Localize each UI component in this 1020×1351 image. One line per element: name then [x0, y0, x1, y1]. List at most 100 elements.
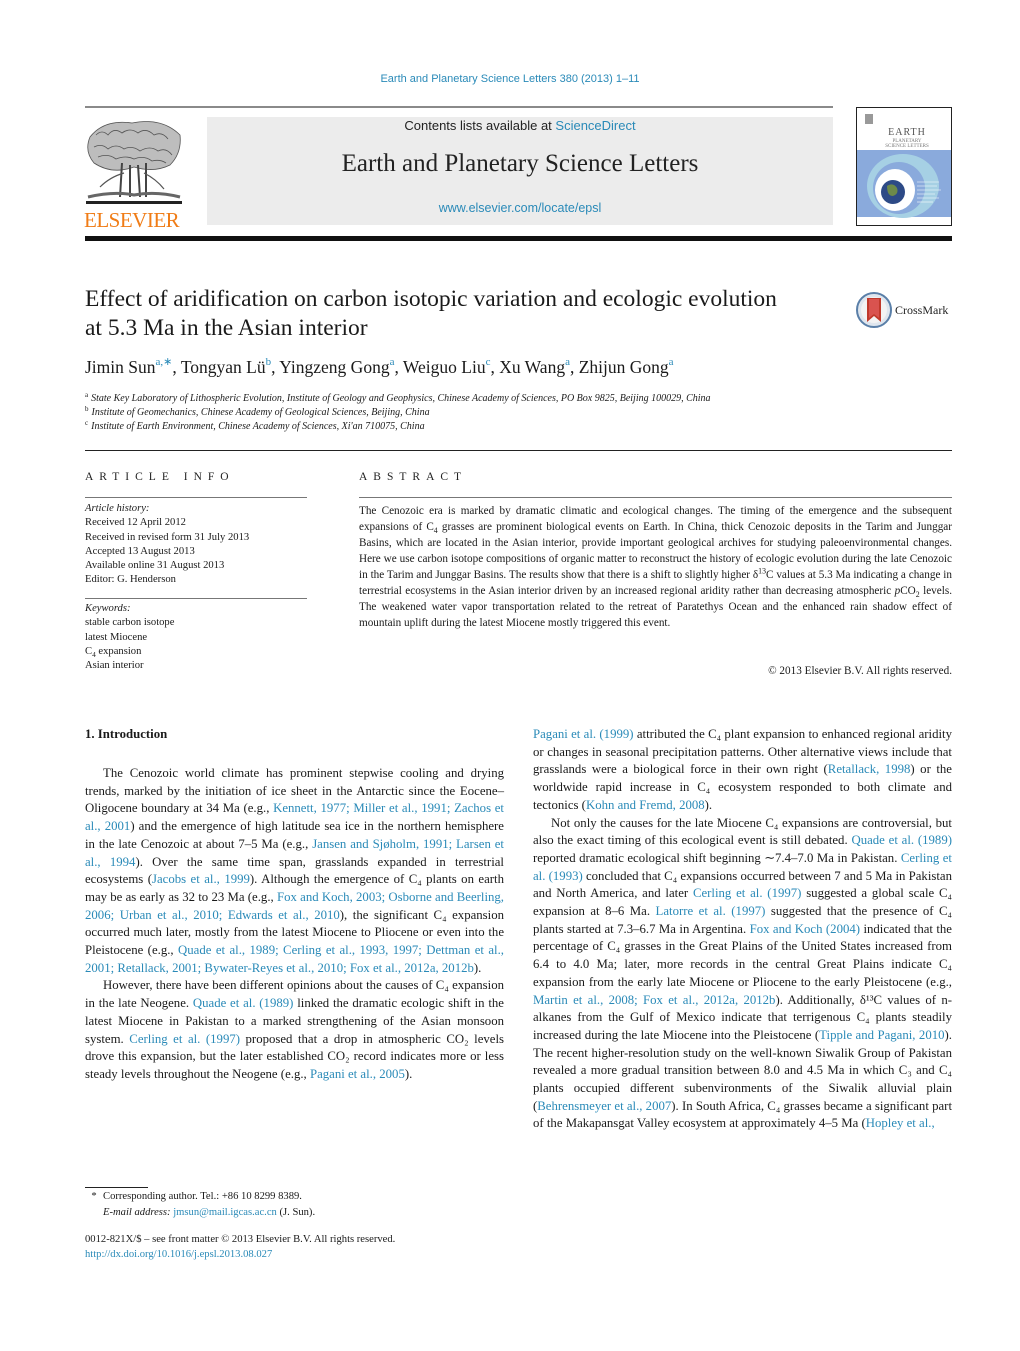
keywords-label: Keywords: — [85, 603, 131, 614]
paragraph: Not only the causes for the late Miocene… — [533, 815, 953, 1131]
author[interactable]: Tongyan Lüb — [181, 357, 271, 377]
citation-link[interactable]: Hopley et al., — [866, 1116, 935, 1130]
citation-link[interactable]: Quade et al. (1989) — [193, 996, 294, 1010]
history-item: Received 12 April 2012 — [85, 517, 186, 529]
affiliation-key: c — [85, 419, 89, 428]
history-item: Editor: G. Henderson — [85, 574, 176, 586]
affiliation-text: State Key Laboratory of Lithospheric Evo… — [91, 393, 711, 404]
paragraph: However, there have been different opini… — [85, 978, 504, 1081]
article-history: Article history: Received 12 April 2012 … — [85, 502, 307, 588]
article-history-label: Article history: — [85, 503, 150, 514]
citation-link[interactable]: Pagani et al., 2005 — [310, 1067, 405, 1081]
abstract-rule — [359, 497, 952, 498]
email-link[interactable]: jmsun@mail.igcas.ac.cn — [173, 1207, 277, 1218]
author-list: Jimin Suna,∗, Tongyan Lüb, Yingzeng Gong… — [85, 356, 674, 377]
affiliation-text: Institute of Geomechanics, Chinese Acade… — [91, 407, 430, 419]
author[interactable]: Yingzeng Gonga — [279, 357, 394, 377]
footnote-star: * — [91, 1191, 97, 1202]
author-name[interactable]: Zhijun Gong — [579, 357, 669, 377]
article-info-rule — [85, 497, 307, 498]
email-suffix: (J. Sun). — [276, 1207, 316, 1219]
author[interactable]: Jimin Suna,∗ — [85, 357, 172, 377]
crossmark-icon — [856, 292, 892, 328]
paragraph: Pagani et al. (1999) attributed the C₄ p… — [533, 727, 952, 812]
citation-link[interactable]: Fox and Koch (2004) — [750, 922, 860, 936]
citation-link[interactable]: Jacobs et al., 1999 — [152, 872, 250, 886]
front-matter: 0012-821X/$ – see front matter © 2013 El… — [85, 1233, 505, 1262]
author-affil-sup[interactable]: a,∗ — [156, 356, 173, 368]
front-matter-text: 0012-821X/$ – see front matter © 2013 El… — [85, 1234, 396, 1245]
history-item: Accepted 13 August 2013 — [85, 545, 195, 557]
keywords: Keywords: stable carbon isotope latest M… — [85, 602, 307, 673]
elsevier-logo[interactable]: ELSEVIER — [84, 117, 184, 232]
sciencedirect-link[interactable]: ScienceDirect — [555, 118, 635, 133]
citation-link[interactable]: Latorre et al. (1997) — [656, 904, 766, 918]
author-name[interactable]: Xu Wang — [499, 357, 565, 377]
journal-homepage-link[interactable]: www.elsevier.com/locate/epsl — [207, 200, 833, 216]
citation-link[interactable]: Kohn and Fremd, 2008 — [586, 798, 705, 812]
section-divider — [85, 450, 952, 451]
history-item: Received in revised form 31 July 2013 — [85, 531, 250, 543]
citation-link[interactable]: Behrensmeyer et al., 2007 — [537, 1099, 671, 1113]
journal-citation-link[interactable]: Earth and Planetary Science Letters 380 … — [0, 73, 1020, 85]
author-affil-sup[interactable]: b — [266, 356, 272, 368]
contents-available-line: Contents lists available at ScienceDirec… — [207, 118, 833, 134]
affiliation: b Institute of Geomechanics, Chinese Acad… — [85, 404, 945, 420]
journal-name: Earth and Planetary Science Letters — [341, 150, 699, 177]
corresponding-author-text: Corresponding author. Tel.: +86 10 8299 … — [103, 1191, 302, 1202]
cover-title-1: EARTH — [888, 127, 926, 138]
elsevier-wordmark: ELSEVIER — [84, 208, 180, 232]
citation-link[interactable]: Cerling et al. (1993) — [533, 851, 952, 883]
affiliation: a State Key Laboratory of Lithospheric Ev… — [85, 391, 945, 406]
keywords-rule — [85, 598, 307, 599]
citation-link[interactable]: Retallack, 1998 — [828, 762, 911, 776]
contents-prefix: Contents lists available at — [404, 118, 556, 133]
author-affil-sup[interactable]: a — [390, 356, 395, 368]
abstract-copyright: © 2013 Elsevier B.V. All rights reserved… — [768, 665, 952, 677]
author[interactable]: Weiguo Liuc — [403, 357, 491, 377]
affiliation-text: Institute of Earth Environment, Chinese … — [91, 421, 425, 433]
keyword-item: C4 expansion — [85, 645, 142, 659]
citation-link[interactable]: Jansen and Sjøholm, 1991; Larsen et al.,… — [85, 837, 504, 869]
citation-link[interactable]: Kennett, 1977; Miller et al., 1991; Zach… — [85, 801, 504, 833]
article-title: Effect of aridification on carbon isotop… — [85, 286, 777, 341]
keyword-item: latest Miocene — [85, 631, 148, 643]
corresponding-author-footnote: * Corresponding author. Tel.: +86 10 8299… — [85, 1189, 505, 1222]
citation-link[interactable]: Cerling et al. (1997) — [693, 886, 801, 900]
author-name[interactable]: Tongyan Lü — [181, 357, 266, 377]
paragraph: The Cenozoic world climate has prominent… — [85, 766, 504, 975]
abstract-text: The Cenozoic era is marked by dramatic c… — [359, 505, 952, 629]
keyword-item: Asian interior — [85, 660, 144, 672]
crossmark-button[interactable]: CrossMark — [856, 291, 956, 329]
journal-cover-icon: EARTH PLANETARY SCIENCE LETTERS — [857, 108, 951, 225]
email-label: E-mail address: — [103, 1207, 171, 1219]
author-affil-sup[interactable]: a — [669, 356, 674, 368]
citation-link[interactable]: Quade et al., 1989; Cerling et al., 1993… — [85, 943, 504, 975]
author-name[interactable]: Jimin Sun — [85, 357, 156, 377]
author-name[interactable]: Yingzeng Gong — [279, 357, 389, 377]
header-thick-rule — [85, 236, 952, 241]
author[interactable]: Zhijun Gonga — [579, 357, 674, 377]
citation-link[interactable]: Cerling et al. (1997) — [129, 1032, 240, 1046]
journal-masthead: Contents lists available at ScienceDirec… — [207, 117, 833, 225]
author[interactable]: Xu Wanga — [499, 357, 570, 377]
affiliation-key: b — [85, 404, 89, 413]
body-column-left: The Cenozoic world climate has prominent… — [85, 765, 504, 1084]
author-name[interactable]: Weiguo Liu — [403, 357, 486, 377]
citation-link[interactable]: Quade et al. (1989) — [851, 833, 952, 847]
doi-link[interactable]: http://dx.doi.org/10.1016/j.epsl.2013.08… — [85, 1249, 272, 1260]
body-column-right: Pagani et al. (1999) attributed the C₄ p… — [533, 726, 952, 1133]
crossmark-label: CrossMark — [895, 302, 949, 317]
citation-link[interactable]: Martin et al., 2008; Fox et al., 2012a, … — [533, 993, 775, 1007]
citation-link[interactable]: Tipple and Pagani, 2010 — [819, 1028, 944, 1042]
author-affil-sup[interactable]: a — [565, 356, 570, 368]
footnote-rule — [85, 1187, 148, 1188]
article-info-heading: ARTICLE INFO — [85, 471, 235, 483]
affiliation: c Institute of Earth Environment, Chinese… — [85, 420, 945, 434]
journal-cover-thumbnail[interactable]: EARTH PLANETARY SCIENCE LETTERS — [856, 107, 952, 226]
author-affil-sup[interactable]: c — [486, 356, 491, 368]
citation-link[interactable]: Pagani et al. (1999) — [533, 727, 634, 741]
section-title-introduction: 1. Introduction — [85, 727, 168, 741]
history-item: Available online 31 August 2013 — [85, 560, 225, 572]
citation-link[interactable]: Fox and Koch, 2003; Osborne and Beerling… — [85, 890, 504, 922]
